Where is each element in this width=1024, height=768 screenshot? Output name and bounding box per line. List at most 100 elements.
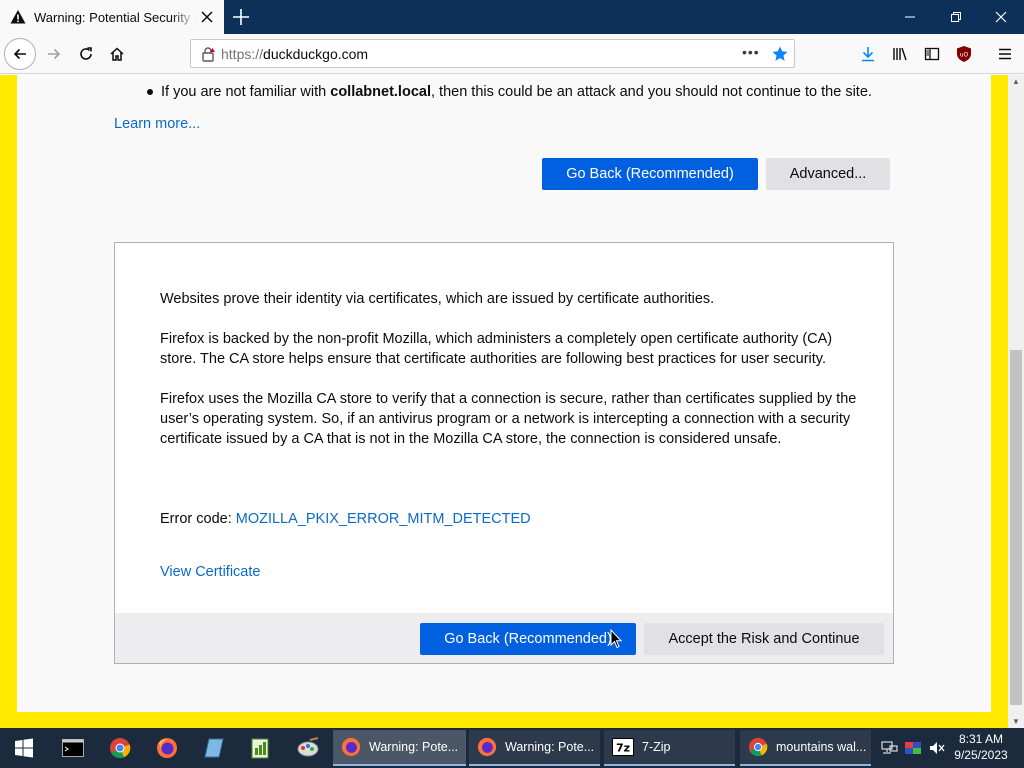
- bullet-dot: [147, 89, 153, 95]
- insecure-lock-icon[interactable]: [200, 46, 216, 62]
- advanced-paragraph-3: Firefox uses the Mozilla CA store to ver…: [160, 391, 857, 447]
- close-tab-icon[interactable]: [198, 8, 216, 26]
- taskbar-chrome[interactable]: [104, 732, 136, 764]
- taskbar-firefox[interactable]: [151, 732, 183, 764]
- url-scheme: https://: [221, 46, 264, 62]
- taskbar-task-firefox-warning-1[interactable]: Warning: Pote...: [333, 730, 466, 766]
- start-button[interactable]: [8, 732, 40, 764]
- library-button[interactable]: [884, 38, 916, 70]
- firefox-icon: [157, 738, 177, 758]
- taskbar-task-chrome-mountains[interactable]: mountains wal...: [740, 730, 871, 766]
- bullet-prefix: If you are not familiar with: [161, 84, 331, 100]
- taskbar-task-7zip[interactable]: 7z 7-Zip: [604, 730, 735, 766]
- warning-icon: [10, 10, 26, 24]
- address-bar[interactable]: https://duckduckgo.com •••: [190, 39, 795, 68]
- accept-risk-button[interactable]: Accept the Risk and Continue: [644, 623, 884, 655]
- system-clock[interactable]: 8:31 AM 9/25/2023: [948, 731, 1014, 763]
- view-certificate-link[interactable]: View Certificate: [160, 564, 260, 580]
- task-label: Warning: Pote...: [369, 740, 459, 754]
- home-button[interactable]: [101, 38, 133, 70]
- navigation-toolbar: https://duckduckgo.com ••• uO: [0, 34, 1024, 74]
- bookmark-star-icon[interactable]: [771, 45, 789, 63]
- close-window-button[interactable]: [978, 0, 1024, 34]
- forward-button[interactable]: [38, 38, 70, 70]
- scroll-down-arrow-icon[interactable]: ▼: [1012, 717, 1020, 726]
- advanced-button[interactable]: Advanced...: [766, 158, 890, 190]
- system-tray: [880, 728, 946, 768]
- taskbar-task-firefox-warning-2[interactable]: Warning: Pote...: [469, 730, 600, 766]
- advanced-paragraph-2: Firefox is backed by the non-profit Mozi…: [160, 331, 833, 367]
- arrow-left-icon: [13, 48, 26, 60]
- bullet-text: If you are not familiar with collabnet.l…: [161, 82, 872, 102]
- mouse-cursor-icon: [610, 629, 622, 649]
- url-text[interactable]: https://duckduckgo.com: [221, 46, 368, 62]
- task-label: 7-Zip: [642, 740, 671, 754]
- sidebar-icon: [924, 47, 940, 61]
- go-back-button[interactable]: Go Back (Recommended): [542, 158, 758, 190]
- reload-icon: [80, 47, 92, 60]
- advanced-panel-footer: Go Back (Recommended) Accept the Risk an…: [115, 613, 893, 663]
- vertical-scrollbar[interactable]: ▲ ▼: [1008, 75, 1024, 728]
- taskbar-app-blue[interactable]: [198, 732, 230, 764]
- title-bar: Warning: Potential Security Risk Ahead: [0, 0, 1024, 34]
- open-menu-button[interactable]: [989, 38, 1021, 70]
- task-label: mountains wal...: [776, 740, 867, 754]
- active-tab[interactable]: Warning: Potential Security Risk Ahead: [0, 0, 224, 34]
- chrome-icon: [748, 737, 768, 757]
- back-button[interactable]: [4, 38, 36, 70]
- minimize-button[interactable]: [887, 0, 933, 34]
- network-icon[interactable]: [880, 740, 898, 756]
- arrow-right-icon: [48, 48, 61, 60]
- error-code-label: Error code:: [160, 511, 236, 527]
- clock-time: 8:31 AM: [958, 732, 1004, 746]
- learn-more-link[interactable]: Learn more...: [114, 116, 200, 132]
- bullet-suffix: , then this could be an attack and you s…: [430, 84, 872, 100]
- advanced-panel: Websites prove their identity via certif…: [114, 242, 894, 664]
- command-prompt-icon: [62, 739, 84, 757]
- scrollbar-thumb[interactable]: [1010, 350, 1022, 705]
- error-code-link[interactable]: MOZILLA_PKIX_ERROR_MITM_DETECTED: [236, 511, 531, 527]
- home-icon: [110, 47, 124, 61]
- reload-button[interactable]: [70, 38, 102, 70]
- url-domain: duckduckgo.com: [263, 46, 369, 62]
- restore-icon: [951, 12, 961, 22]
- notepad-icon: [204, 738, 224, 758]
- bullet-domain: collabnet.local: [330, 84, 431, 100]
- library-icon: [893, 47, 907, 61]
- firefox-icon: [477, 737, 497, 757]
- taskbar-terminal[interactable]: [57, 732, 89, 764]
- restore-button[interactable]: [933, 0, 979, 34]
- svg-text:uO: uO: [960, 52, 969, 59]
- tab-title: Warning: Potential Security Risk Ahead: [34, 9, 196, 25]
- close-icon: [995, 11, 1007, 23]
- go-back-button-bottom[interactable]: Go Back (Recommended): [420, 623, 636, 655]
- chrome-icon: [110, 738, 131, 759]
- page-actions-menu-icon[interactable]: •••: [742, 44, 760, 60]
- windows-logo-icon: [15, 738, 33, 758]
- 7zip-icon: 7z: [612, 738, 634, 756]
- display-color-icon[interactable]: [904, 740, 922, 756]
- task-label: Warning: Pote...: [505, 740, 595, 754]
- ublock-shield-icon: uO: [957, 46, 971, 62]
- advanced-paragraph-1: Websites prove their identity via certif…: [160, 291, 715, 307]
- taskbar-app-green[interactable]: [244, 732, 276, 764]
- scroll-up-arrow-icon[interactable]: ▲: [1012, 77, 1020, 86]
- advanced-description: Websites prove their identity via certif…: [160, 289, 860, 469]
- download-icon: [862, 47, 874, 62]
- spreadsheet-icon: [251, 738, 269, 759]
- taskbar-app-paint[interactable]: [292, 732, 324, 764]
- downloads-button[interactable]: [852, 38, 884, 70]
- minimize-icon: [905, 16, 915, 18]
- ublock-origin-button[interactable]: uO: [948, 38, 980, 70]
- cert-error-page: If you are not familiar with collabnet.l…: [17, 75, 991, 712]
- paint-icon: [297, 737, 319, 757]
- sidebar-button[interactable]: [916, 38, 948, 70]
- volume-muted-icon[interactable]: [928, 740, 946, 756]
- windows-taskbar: Warning: Pote... Warning: Pote... 7z 7-Z…: [0, 728, 1024, 768]
- clock-date: 9/25/2023: [954, 748, 1008, 762]
- new-tab-icon[interactable]: [230, 6, 252, 28]
- svg-text:7z: 7z: [616, 742, 630, 755]
- content-viewport: If you are not familiar with collabnet.l…: [0, 75, 1008, 728]
- hamburger-menu-icon: [999, 48, 1011, 60]
- error-code-line: Error code: MOZILLA_PKIX_ERROR_MITM_DETE…: [160, 509, 531, 529]
